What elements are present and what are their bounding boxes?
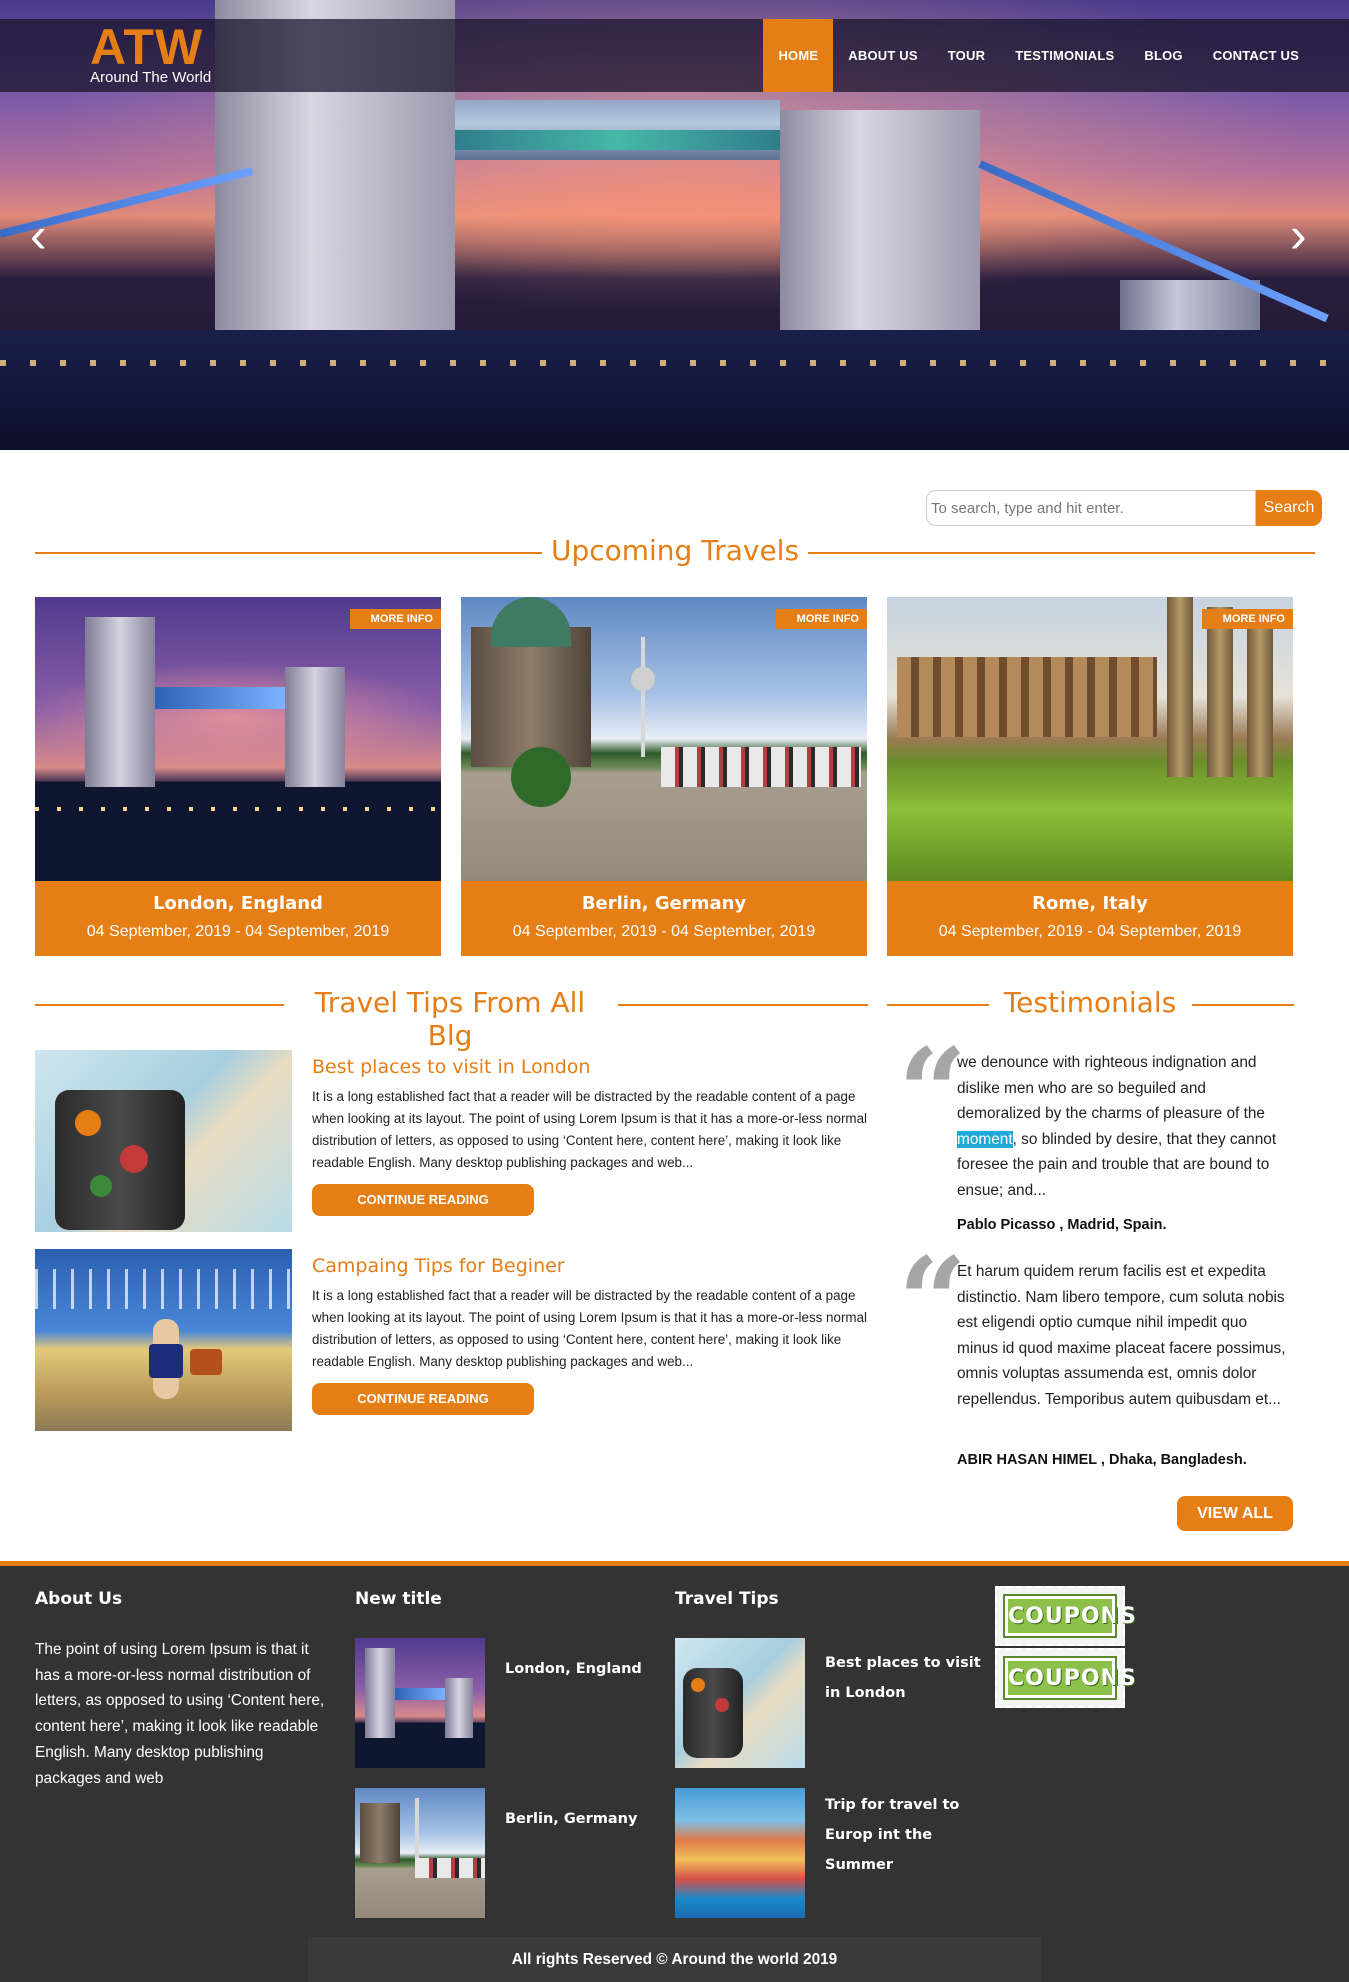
divider-right (618, 1004, 868, 1006)
footer-new-link[interactable]: Berlin, Germany (505, 1804, 665, 1834)
travel-card[interactable]: MORE INFO Rome, Italy 04 September, 2019… (887, 597, 1293, 956)
tip-item: Best places to visit in London It is a l… (35, 1050, 870, 1232)
footer-new-thumb[interactable] (355, 1638, 485, 1768)
nav-testimonials[interactable]: TESTIMONIALS (1000, 19, 1129, 92)
footer-new-link[interactable]: London, England (505, 1654, 665, 1684)
travel-card-image (887, 597, 1293, 881)
search-input[interactable] (926, 490, 1256, 526)
divider-left (35, 552, 542, 554)
more-info-button[interactable]: MORE INFO (1201, 609, 1293, 629)
travel-card-name: Rome, Italy (1032, 893, 1148, 914)
footer-tips-thumb[interactable] (675, 1788, 805, 1918)
tip-excerpt: It is a long established fact that a rea… (312, 1089, 867, 1170)
footer-tips-link[interactable]: Trip for travel to Europ int the Summer (825, 1790, 985, 1880)
tip-thumbnail[interactable] (35, 1050, 292, 1232)
continue-reading-button[interactable]: CONTINUE READING (312, 1184, 534, 1216)
travel-card-name: London, England (153, 893, 323, 914)
logo-tagline: Around The World (90, 69, 212, 86)
search-button[interactable]: Search (1256, 490, 1322, 526)
continue-reading-button[interactable]: CONTINUE READING (312, 1383, 534, 1415)
quote-icon: “ (898, 1231, 968, 1372)
more-info-button[interactable]: MORE INFO (349, 609, 441, 629)
search-form: Search (926, 490, 1322, 526)
nav-blog[interactable]: BLOG (1129, 19, 1197, 92)
hero-lights (0, 360, 1349, 366)
footer-new-title: New title (355, 1589, 442, 1609)
tip-excerpt: It is a long established fact that a rea… (312, 1288, 867, 1369)
nav-contact-us[interactable]: CONTACT US (1198, 19, 1314, 92)
tip-thumbnail[interactable] (35, 1249, 292, 1431)
testimonials-title: Testimonials (1003, 986, 1177, 1019)
footer-new-thumb[interactable] (355, 1788, 485, 1918)
nav-about-us[interactable]: ABOUT US (833, 19, 933, 92)
slider-prev-icon[interactable]: ‹ (30, 210, 47, 260)
upcoming-title: Upcoming Travels (550, 534, 800, 567)
footer-tips-title: Travel Tips (675, 1589, 779, 1609)
site-logo[interactable]: ATW Around The World (90, 22, 211, 86)
view-all-button[interactable]: VIEW ALL (1177, 1496, 1293, 1531)
coupon-banner[interactable]: COUPONS (995, 1586, 1136, 1646)
tip-item: Campaing Tips for Beginer It is a long e… (35, 1249, 870, 1431)
coupon-label: COUPONS (1003, 1594, 1136, 1638)
travel-card-name: Berlin, Germany (581, 893, 747, 914)
testimonial-author: Pablo Picasso , Madrid, Spain. (957, 1217, 1167, 1233)
divider-right (1192, 1004, 1294, 1006)
coupon-label: COUPONS (1003, 1656, 1136, 1700)
testimonial-highlight: moment (957, 1130, 1013, 1148)
travel-card-dates: 04 September, 2019 - 04 September, 2019 (512, 923, 816, 940)
divider-right (808, 552, 1315, 554)
more-info-button[interactable]: MORE INFO (775, 609, 867, 629)
testimonial-text: we denounce with righteous indignation a… (957, 1050, 1292, 1204)
travel-card-image (461, 597, 867, 881)
hero-walkway-rail (455, 130, 780, 150)
logo-mark: ATW (90, 19, 204, 75)
nav-home[interactable]: HOME (763, 19, 834, 92)
hero-river (0, 330, 1349, 450)
tip-title[interactable]: Campaing Tips for Beginer (312, 1255, 565, 1277)
footer-tips-thumb[interactable] (675, 1638, 805, 1768)
travel-card[interactable]: MORE INFO London, England 04 September, … (35, 597, 441, 956)
copyright: All rights Reserved © Around the world 2… (308, 1937, 1041, 1982)
footer-about-text: The point of using Lorem Ipsum is that i… (35, 1641, 325, 1787)
divider-left (887, 1004, 989, 1006)
quote-icon: “ (898, 1022, 968, 1163)
footer-tips-link[interactable]: Best places to visit in London (825, 1648, 985, 1708)
testimonial-text: Et harum quidem rerum facilis est et exp… (957, 1263, 1286, 1408)
travel-card[interactable]: MORE INFO Berlin, Germany 04 September, … (461, 597, 867, 956)
slider-next-icon[interactable]: › (1290, 210, 1307, 260)
footer: About Us The point of using Lorem Ipsum … (0, 1561, 1349, 1982)
testimonial-text-start: we denounce with righteous indignation a… (957, 1054, 1265, 1123)
tip-title[interactable]: Best places to visit in London (312, 1056, 590, 1078)
tips-title: Travel Tips From All Blg (314, 986, 586, 1052)
divider-left (35, 1004, 284, 1006)
coupon-banner[interactable]: COUPONS (995, 1648, 1136, 1708)
nav-tour[interactable]: TOUR (933, 19, 1000, 92)
travel-card-dates: 04 September, 2019 - 04 September, 2019 (86, 923, 390, 940)
travel-card-image (35, 597, 441, 881)
travel-card-dates: 04 September, 2019 - 04 September, 2019 (938, 923, 1242, 940)
footer-about-title: About Us (35, 1589, 123, 1609)
testimonial-author: ABIR HASAN HIMEL , Dhaka, Bangladesh. (957, 1452, 1247, 1468)
main-menu: HOME ABOUT US TOUR TESTIMONIALS BLOG CON… (763, 19, 1349, 92)
